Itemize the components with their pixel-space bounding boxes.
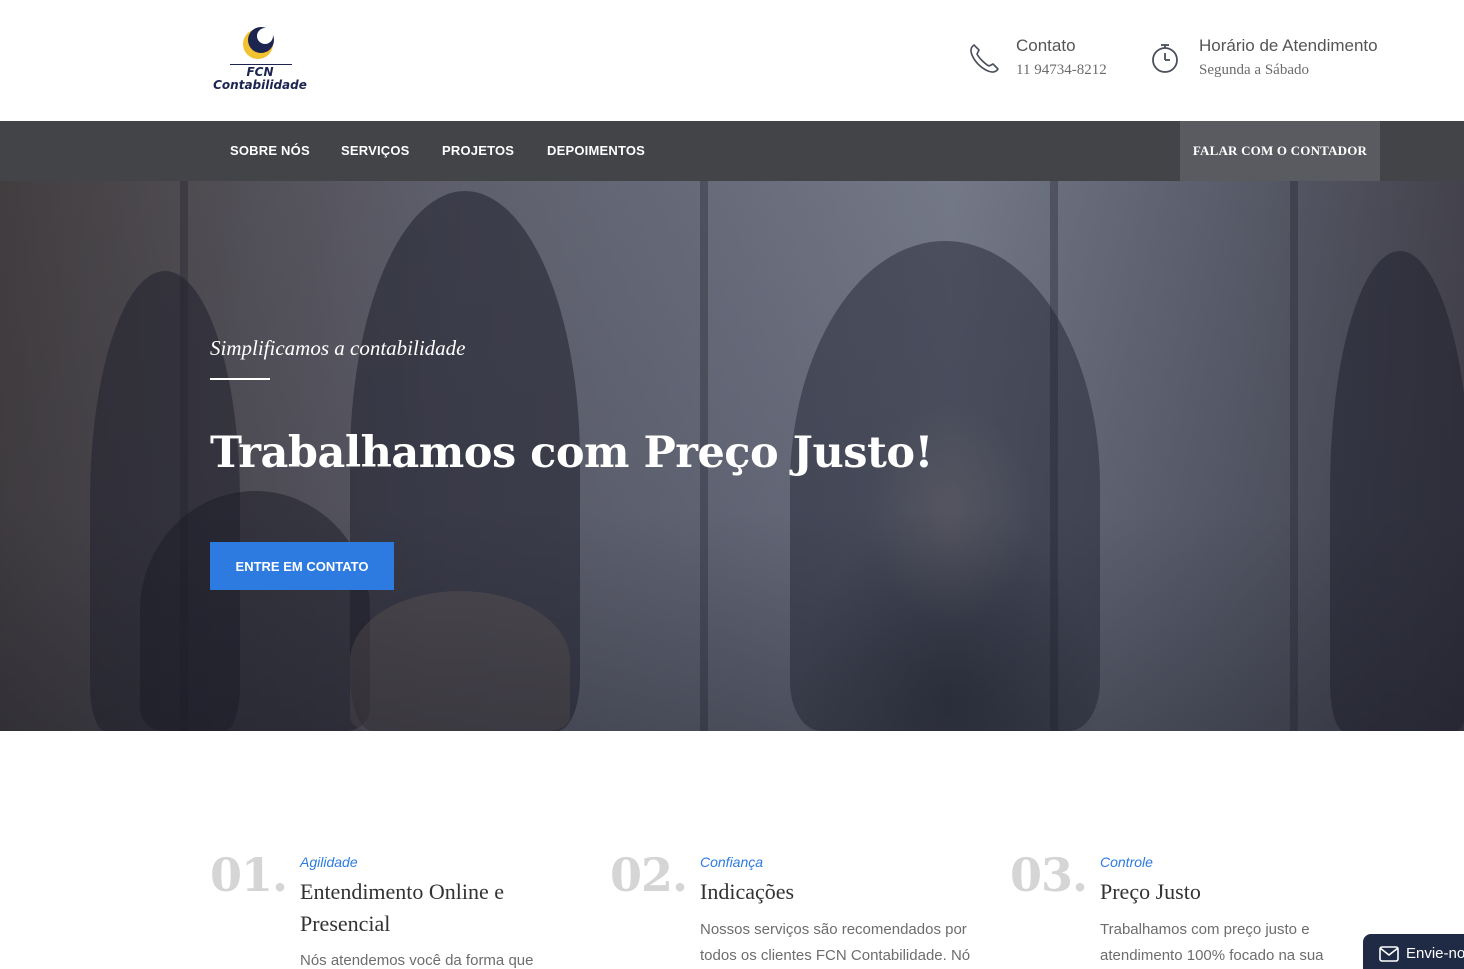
hero-headline: Trabalhamos com Preço Justo! (210, 428, 933, 478)
stopwatch-icon (1152, 44, 1178, 73)
envelope-icon (1379, 946, 1399, 962)
contact-us-button[interactable]: ENTRE EM CONTATO (210, 542, 394, 590)
feature-title: Entendimento Online e Presencial (300, 879, 505, 936)
feature-text: Trabalhamos com preço justo e atendiment… (1100, 921, 1324, 964)
hero-banner: Simplificamos a contabilidade Trabalhamo… (0, 181, 1464, 731)
logo-text-fcn: FCN (246, 65, 274, 79)
chat-widget-button[interactable]: Envie-no (1363, 934, 1464, 969)
feature-title: Indicações (700, 879, 795, 904)
feature-category: Controle (1100, 854, 1153, 870)
hours-value: Segunda a Sábado (1199, 62, 1309, 78)
feature-category: Confiança (700, 854, 764, 870)
feature-card: 01. Agilidade Entendimento Online e Pres… (210, 848, 570, 969)
talk-to-accountant-button[interactable]: FALAR COM O CONTADOR (1180, 121, 1380, 181)
main-nav: SOBRE NÓS SERVIÇOS PROJETOS DEPOIMENTOS … (0, 121, 1464, 181)
feature-text: Nós atendemos você da forma que (300, 952, 534, 969)
hours-title: Horário de Atendimento (1199, 36, 1378, 55)
logo-moon-icon (243, 27, 274, 59)
nav-item-sobre-nos[interactable]: SOBRE NÓS (230, 143, 310, 158)
feature-title: Preço Justo (1100, 879, 1201, 904)
contact-info[interactable]: Contato 11 94734-8212 (966, 36, 1126, 84)
logo-text-contabilidade: Contabilidade (213, 78, 307, 92)
site-header: FCN Contabilidade Contato 11 94734-8212 … (0, 0, 1464, 121)
chat-widget-label: Envie-no (1406, 945, 1464, 962)
feature-card: 02. Confiança Indicações Nossos serviços… (610, 848, 970, 969)
nav-item-depoimentos[interactable]: DEPOIMENTOS (547, 143, 645, 158)
feature-card: 03. Controle Preço Justo Trabalhamos com… (1010, 848, 1370, 969)
feature-number: 02. (610, 848, 688, 902)
talk-to-accountant-label: FALAR COM O CONTADOR (1192, 143, 1368, 158)
feature-number: 03. (1010, 848, 1088, 902)
feature-text: Nossos serviços são recomendados por tod… (700, 921, 970, 964)
hero-tagline-divider (210, 378, 270, 380)
hours-info: Horário de Atendimento Segunda a Sábado (1149, 36, 1389, 84)
fcn-logo[interactable]: FCN Contabilidade (210, 22, 310, 96)
feature-number: 01. (210, 848, 288, 902)
feature-category: Agilidade (300, 854, 358, 870)
contact-title: Contato (1016, 36, 1076, 55)
nav-item-servicos[interactable]: SERVIÇOS (341, 143, 410, 158)
contact-phone[interactable]: 11 94734-8212 (1016, 62, 1107, 79)
hero-tagline: Simplificamos a contabilidade (210, 336, 466, 360)
phone-icon (970, 44, 999, 73)
nav-item-projetos[interactable]: PROJETOS (442, 143, 514, 158)
